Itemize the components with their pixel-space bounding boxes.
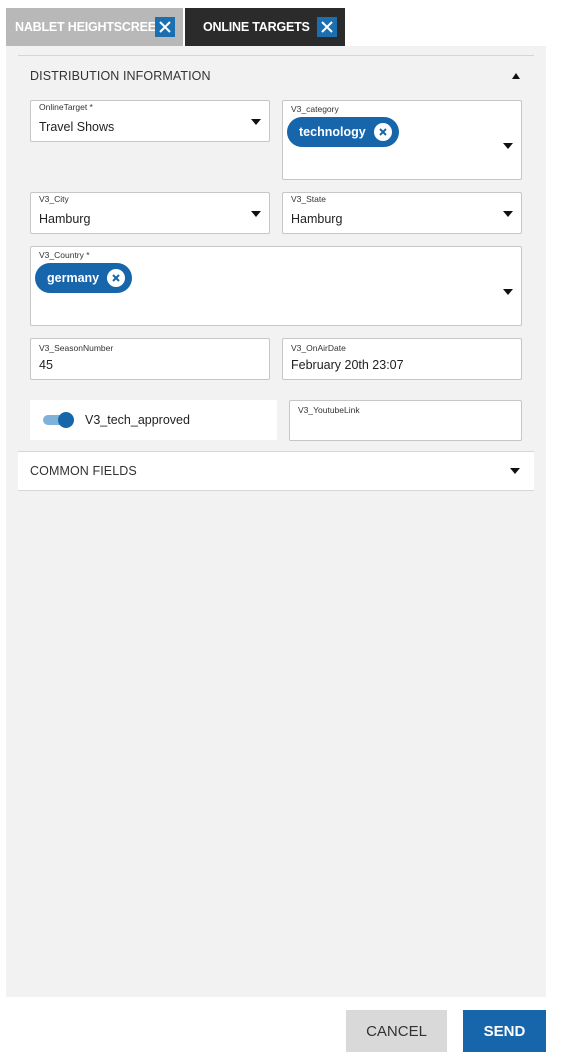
field-value: February 20th 23:07 [291, 358, 404, 372]
tech-approved-toggle-row: V3_tech_approved [30, 400, 277, 440]
field-value: Hamburg [291, 212, 343, 226]
tab-bar: NABLET HEIGHTSCREEN ONLINE TARGETS [6, 8, 345, 46]
field-label: V3_SeasonNumber [39, 343, 114, 353]
cancel-button[interactable]: CANCEL [346, 1010, 447, 1052]
caret-down-icon [251, 211, 261, 217]
tech-approved-toggle[interactable] [42, 410, 76, 430]
state-select[interactable]: V3_State Hamburg [282, 192, 522, 234]
youtube-link-input[interactable]: V3_YoutubeLink [289, 400, 522, 441]
tab-label: NABLET HEIGHTSCREEN [15, 20, 155, 34]
city-select[interactable]: V3_City Hamburg [30, 192, 270, 234]
on-air-date-input[interactable]: V3_OnAirDate February 20th 23:07 [282, 338, 522, 380]
field-label: V3_City [39, 194, 69, 204]
chip-label: technology [299, 125, 366, 139]
season-number-input[interactable]: V3_SeasonNumber 45 [30, 338, 270, 380]
section-title: DISTRIBUTION INFORMATION [30, 68, 211, 83]
chip-label: germany [47, 271, 100, 285]
field-label: V3_OnAirDate [291, 343, 346, 353]
caret-down-icon [510, 468, 520, 474]
close-icon[interactable] [317, 17, 337, 37]
toggle-label: V3_tech_approved [85, 413, 190, 427]
field-label: V3_State [291, 194, 326, 204]
field-label: OnlineTarget * [39, 102, 93, 112]
caret-up-icon [512, 72, 520, 79]
caret-down-icon [503, 143, 513, 149]
chip-remove-icon[interactable] [373, 123, 392, 141]
field-label: V3_YoutubeLink [298, 405, 360, 415]
tab-label: ONLINE TARGETS [203, 20, 310, 34]
caret-down-icon [251, 119, 261, 125]
send-button[interactable]: SEND [463, 1010, 546, 1052]
category-multiselect[interactable]: V3_category technology [282, 100, 522, 180]
field-label: V3_category [291, 104, 339, 114]
section-title: COMMON FIELDS [30, 464, 137, 478]
field-value: 45 [39, 358, 53, 372]
section-header-distribution[interactable]: DISTRIBUTION INFORMATION [18, 55, 534, 95]
section-header-common-fields[interactable]: COMMON FIELDS [18, 451, 534, 491]
tab-online-targets[interactable]: ONLINE TARGETS [185, 8, 345, 46]
country-multiselect[interactable]: V3_Country * germany [30, 246, 522, 326]
chip-remove-icon[interactable] [107, 269, 126, 287]
field-label: V3_Country * [39, 250, 90, 260]
tab-nablet-heightscreen[interactable]: NABLET HEIGHTSCREEN [6, 8, 183, 46]
caret-down-icon [503, 289, 513, 295]
category-chip: technology [287, 117, 399, 147]
online-target-select[interactable]: OnlineTarget * Travel Shows [30, 100, 270, 142]
close-icon[interactable] [155, 17, 175, 37]
field-value: Travel Shows [39, 120, 115, 134]
field-value: Hamburg [39, 212, 91, 226]
caret-down-icon [503, 211, 513, 217]
form-panel: DISTRIBUTION INFORMATION OnlineTarget * … [6, 46, 546, 997]
country-chip: germany [35, 263, 133, 293]
